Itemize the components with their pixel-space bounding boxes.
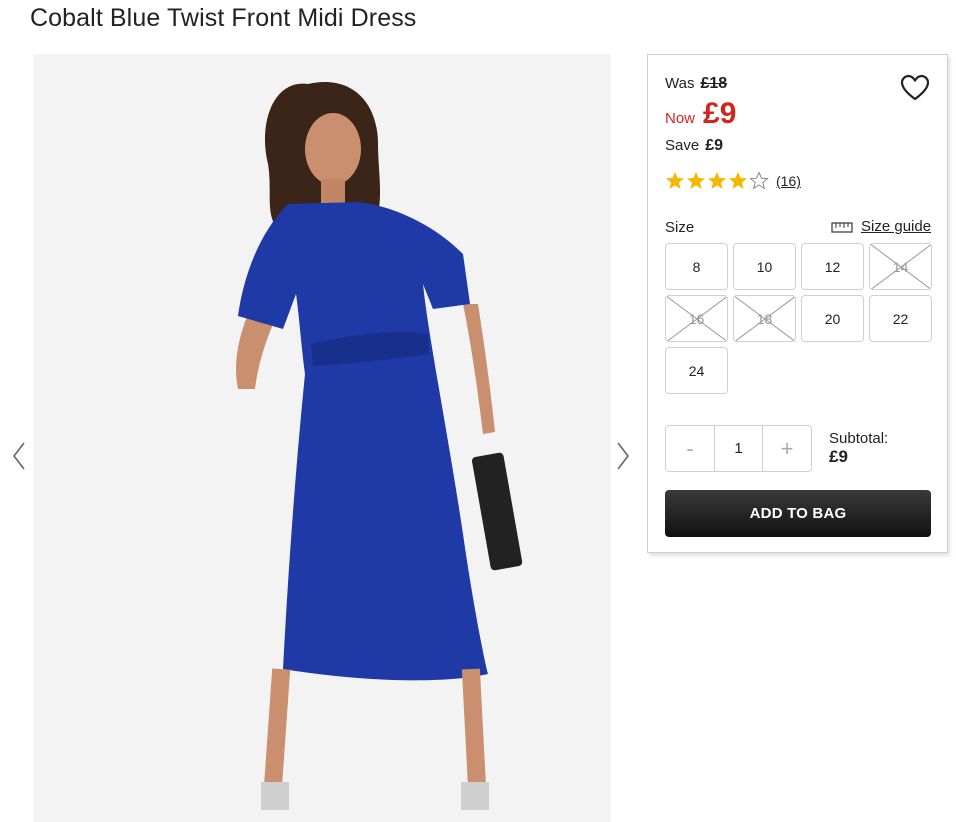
size-option-12[interactable]: 12: [801, 243, 864, 290]
quantity-decrease-button[interactable]: -: [666, 426, 714, 471]
save-price: £9: [705, 137, 723, 154]
rating: (16): [665, 171, 801, 191]
quantity-increase-button[interactable]: +: [763, 426, 811, 471]
next-image-button[interactable]: [612, 438, 634, 474]
save-row: Save £9: [665, 137, 723, 155]
star-icon: [729, 172, 747, 189]
subtotal-value: £9: [829, 447, 848, 466]
size-option-24[interactable]: 24: [665, 347, 728, 394]
quantity-stepper: - 1 +: [665, 425, 812, 472]
star-icon: [687, 172, 705, 189]
size-option-8[interactable]: 8: [665, 243, 728, 290]
size-option-16: 16: [665, 295, 728, 342]
subtotal: Subtotal: £9: [829, 430, 888, 466]
size-guide-link[interactable]: Size guide: [831, 218, 931, 235]
now-label: Now: [665, 110, 696, 127]
chevron-right-icon: [617, 442, 630, 470]
size-options: 8 10 12 14 16 18 20 22 24: [665, 243, 935, 394]
star-outline-icon: [749, 171, 769, 190]
save-label: Save: [665, 137, 700, 154]
was-price: £18: [700, 75, 728, 92]
ruler-icon: [831, 221, 853, 233]
size-guide-label: Size guide: [861, 218, 932, 235]
star-icon: [708, 172, 726, 189]
now-price-row: Now £9: [665, 97, 736, 131]
was-label: Was: [665, 75, 695, 92]
heart-icon: [900, 74, 930, 101]
prev-image-button[interactable]: [8, 438, 30, 474]
subtotal-label: Subtotal:: [829, 430, 889, 447]
was-price-row: Was £18: [665, 75, 727, 93]
quantity-input[interactable]: 1: [714, 426, 763, 471]
size-option-18: 18: [733, 295, 796, 342]
review-count-link[interactable]: (16): [776, 173, 801, 189]
chevron-left-icon: [12, 442, 25, 470]
size-option-22[interactable]: 22: [869, 295, 932, 342]
size-option-20[interactable]: 20: [801, 295, 864, 342]
product-title: Cobalt Blue Twist Front Midi Dress: [30, 4, 417, 32]
size-option-10[interactable]: 10: [733, 243, 796, 290]
model-wearing-dress-image: [33, 54, 611, 822]
size-label: Size: [665, 219, 695, 236]
now-price: £9: [703, 97, 737, 130]
product-image: [33, 54, 611, 822]
add-to-bag-button[interactable]: ADD TO BAG: [665, 490, 931, 537]
purchase-panel: Was £18 Now £9 Save £9 (16) Size Size gu…: [647, 54, 948, 553]
star-icon: [666, 172, 684, 189]
size-option-14: 14: [869, 243, 932, 290]
wishlist-button[interactable]: [900, 73, 930, 103]
